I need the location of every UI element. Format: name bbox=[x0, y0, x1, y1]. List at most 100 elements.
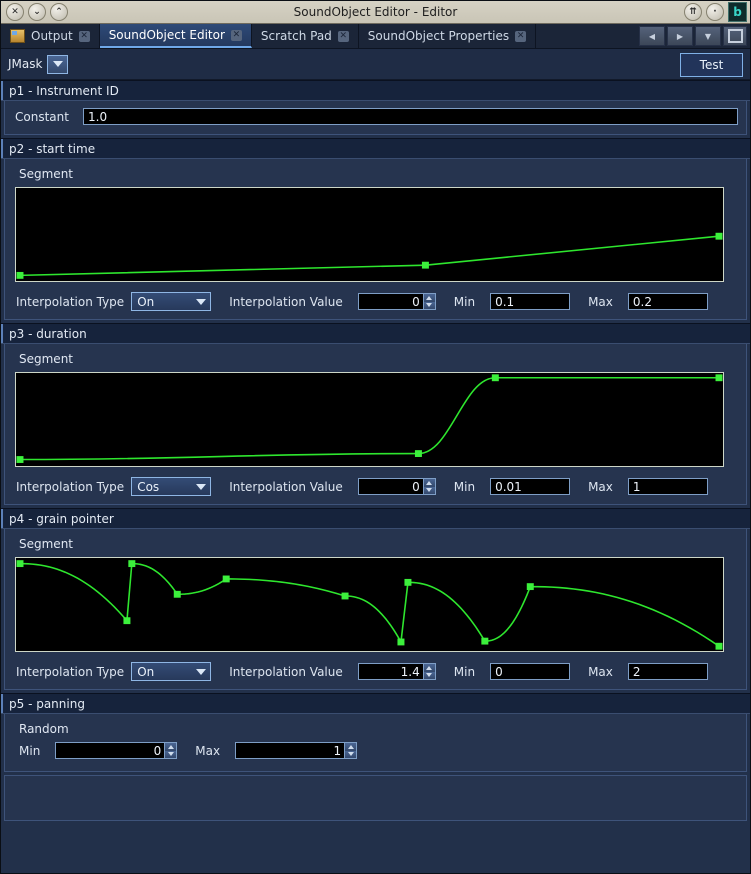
maximize-window-button[interactable]: ⌃ bbox=[50, 3, 68, 21]
envelope-handle bbox=[481, 637, 489, 645]
chevron-down-icon bbox=[196, 668, 207, 675]
max-input[interactable]: 2 bbox=[627, 663, 708, 680]
min-input[interactable]: 0.01 bbox=[490, 478, 571, 495]
random-min-stepper[interactable]: 0 bbox=[55, 742, 178, 759]
interpolation-type-label: Interpolation Type bbox=[16, 479, 125, 494]
tab-soundobject-properties[interactable]: SoundObject Properties ✕ bbox=[358, 24, 537, 48]
test-button[interactable]: Test bbox=[680, 53, 743, 77]
envelope-handle bbox=[715, 232, 723, 240]
panel-p2: p2 - start time Segment Interpolation Ty… bbox=[1, 138, 750, 320]
stepper-up-icon[interactable] bbox=[345, 743, 357, 751]
envelope-handle bbox=[404, 578, 412, 586]
stepper-buttons[interactable] bbox=[422, 293, 436, 310]
interpolation-type-value: On bbox=[137, 664, 155, 679]
min-input[interactable]: 0.1 bbox=[490, 293, 571, 310]
iconify-window-button[interactable]: · bbox=[706, 3, 724, 21]
stepper-down-icon[interactable] bbox=[423, 671, 435, 679]
panel-body-p4: Segment Interpolation Type On Interpolat… bbox=[4, 529, 747, 690]
empty-workspace-area bbox=[4, 775, 747, 821]
interpolation-type-select[interactable]: On bbox=[131, 662, 212, 681]
panel-header-p2: p2 - start time bbox=[1, 138, 750, 159]
caret-glyph bbox=[52, 61, 63, 67]
segment-label-p3: Segment bbox=[19, 352, 73, 366]
panel-body-p3: Segment Interpolation Type Cos Interpola… bbox=[4, 344, 747, 505]
envelope-handle bbox=[397, 638, 405, 646]
envelope-handle bbox=[526, 583, 534, 591]
tab-label: Scratch Pad bbox=[260, 29, 332, 43]
stepper-up-icon[interactable] bbox=[423, 294, 435, 302]
shade-window-button[interactable]: ⇈ bbox=[684, 3, 702, 21]
envelope-graph-p4[interactable] bbox=[15, 557, 724, 652]
max-label: Max bbox=[195, 743, 221, 758]
stepper-up-icon[interactable] bbox=[423, 479, 435, 487]
app-badge-icon: b bbox=[728, 2, 747, 22]
panel-p5: p5 - panning Random Min 0 Max 1 bbox=[1, 693, 750, 772]
editor-tab-bar: Output ✕ SoundObject Editor ✕ Scratch Pa… bbox=[1, 24, 750, 49]
tab-output[interactable]: Output ✕ bbox=[1, 24, 100, 48]
stepper-buttons[interactable] bbox=[422, 478, 436, 495]
window-right-buttons: ⇈ · b bbox=[684, 1, 747, 23]
interpolation-value-input[interactable]: 1.4 bbox=[357, 663, 423, 680]
envelope-handle bbox=[414, 450, 422, 457]
tab-close-icon[interactable]: ✕ bbox=[337, 30, 349, 42]
panel-header-p3: p3 - duration bbox=[1, 323, 750, 344]
close-window-button[interactable]: ✕ bbox=[6, 3, 24, 21]
envelope-graph-p3[interactable] bbox=[15, 372, 724, 467]
constant-input[interactable]: 1.0 bbox=[83, 108, 738, 125]
stepper-buttons[interactable] bbox=[164, 742, 178, 759]
graph-wrap-p2 bbox=[13, 187, 738, 285]
tab-close-icon[interactable]: ✕ bbox=[515, 30, 527, 42]
envelope-graph-p2[interactable] bbox=[15, 187, 724, 282]
window-left-buttons: ✕ ⌄ ⌃ bbox=[1, 3, 68, 21]
tab-scroll-right-icon[interactable]: ▶ bbox=[667, 26, 693, 46]
tab-label: SoundObject Editor bbox=[108, 28, 225, 42]
interpolation-value-input[interactable]: 0 bbox=[357, 478, 423, 495]
stepper-down-icon[interactable] bbox=[165, 750, 177, 758]
segment-label-p4: Segment bbox=[19, 537, 73, 551]
interpolation-value-stepper[interactable]: 0 bbox=[357, 293, 436, 310]
stepper-buttons[interactable] bbox=[422, 663, 436, 680]
controls-row-p5: Min 0 Max 1 bbox=[13, 742, 738, 759]
tab-list-dropdown-icon[interactable]: ▼ bbox=[695, 26, 721, 46]
window-title: SoundObject Editor - Editor bbox=[293, 5, 458, 19]
mask-type-selector[interactable]: JMask bbox=[8, 54, 69, 74]
tab-scratch-pad[interactable]: Scratch Pad ✕ bbox=[251, 24, 359, 48]
stepper-up-icon[interactable] bbox=[165, 743, 177, 751]
interpolation-type-select[interactable]: On bbox=[131, 292, 212, 311]
tab-close-icon[interactable]: ✕ bbox=[230, 29, 242, 41]
stepper-down-icon[interactable] bbox=[423, 301, 435, 309]
panel-header-p5: p5 - panning bbox=[1, 693, 750, 714]
panel-p1: p1 - Instrument ID Constant 1.0 bbox=[1, 80, 750, 135]
tab-soundobject-editor[interactable]: SoundObject Editor ✕ bbox=[99, 24, 252, 48]
chevron-down-icon bbox=[196, 298, 207, 305]
editor-toolbar: JMask Test bbox=[1, 49, 750, 80]
random-max-input[interactable]: 1 bbox=[235, 742, 345, 759]
interpolation-value-input[interactable]: 0 bbox=[357, 293, 423, 310]
panel-p4: p4 - grain pointer Segment Interpolation… bbox=[1, 508, 750, 690]
min-input[interactable]: 0 bbox=[490, 663, 571, 680]
constant-row: Constant 1.0 bbox=[15, 108, 738, 125]
random-max-stepper[interactable]: 1 bbox=[235, 742, 358, 759]
envelope-handle bbox=[16, 271, 24, 279]
square-glyph bbox=[727, 29, 743, 43]
envelope-handle bbox=[715, 374, 723, 382]
stepper-buttons[interactable] bbox=[344, 742, 358, 759]
interpolation-type-select[interactable]: Cos bbox=[131, 477, 212, 496]
stepper-down-icon[interactable] bbox=[345, 750, 357, 758]
stepper-up-icon[interactable] bbox=[423, 664, 435, 672]
interpolation-value-stepper[interactable]: 0 bbox=[357, 478, 436, 495]
tab-maximize-icon[interactable] bbox=[723, 26, 747, 46]
max-label: Max bbox=[588, 479, 613, 494]
max-input[interactable]: 1 bbox=[627, 478, 708, 495]
chevron-down-icon[interactable] bbox=[47, 54, 69, 74]
tab-label: SoundObject Properties bbox=[367, 29, 510, 43]
tab-close-icon[interactable]: ✕ bbox=[78, 30, 90, 42]
random-label-p5: Random bbox=[19, 722, 69, 736]
max-input[interactable]: 0.2 bbox=[627, 293, 708, 310]
tab-scroll-left-icon[interactable]: ◀ bbox=[639, 26, 665, 46]
random-min-input[interactable]: 0 bbox=[55, 742, 165, 759]
interpolation-value-stepper[interactable]: 1.4 bbox=[357, 663, 436, 680]
interpolation-type-label: Interpolation Type bbox=[16, 664, 125, 679]
minimize-window-button[interactable]: ⌄ bbox=[28, 3, 46, 21]
stepper-down-icon[interactable] bbox=[423, 486, 435, 494]
